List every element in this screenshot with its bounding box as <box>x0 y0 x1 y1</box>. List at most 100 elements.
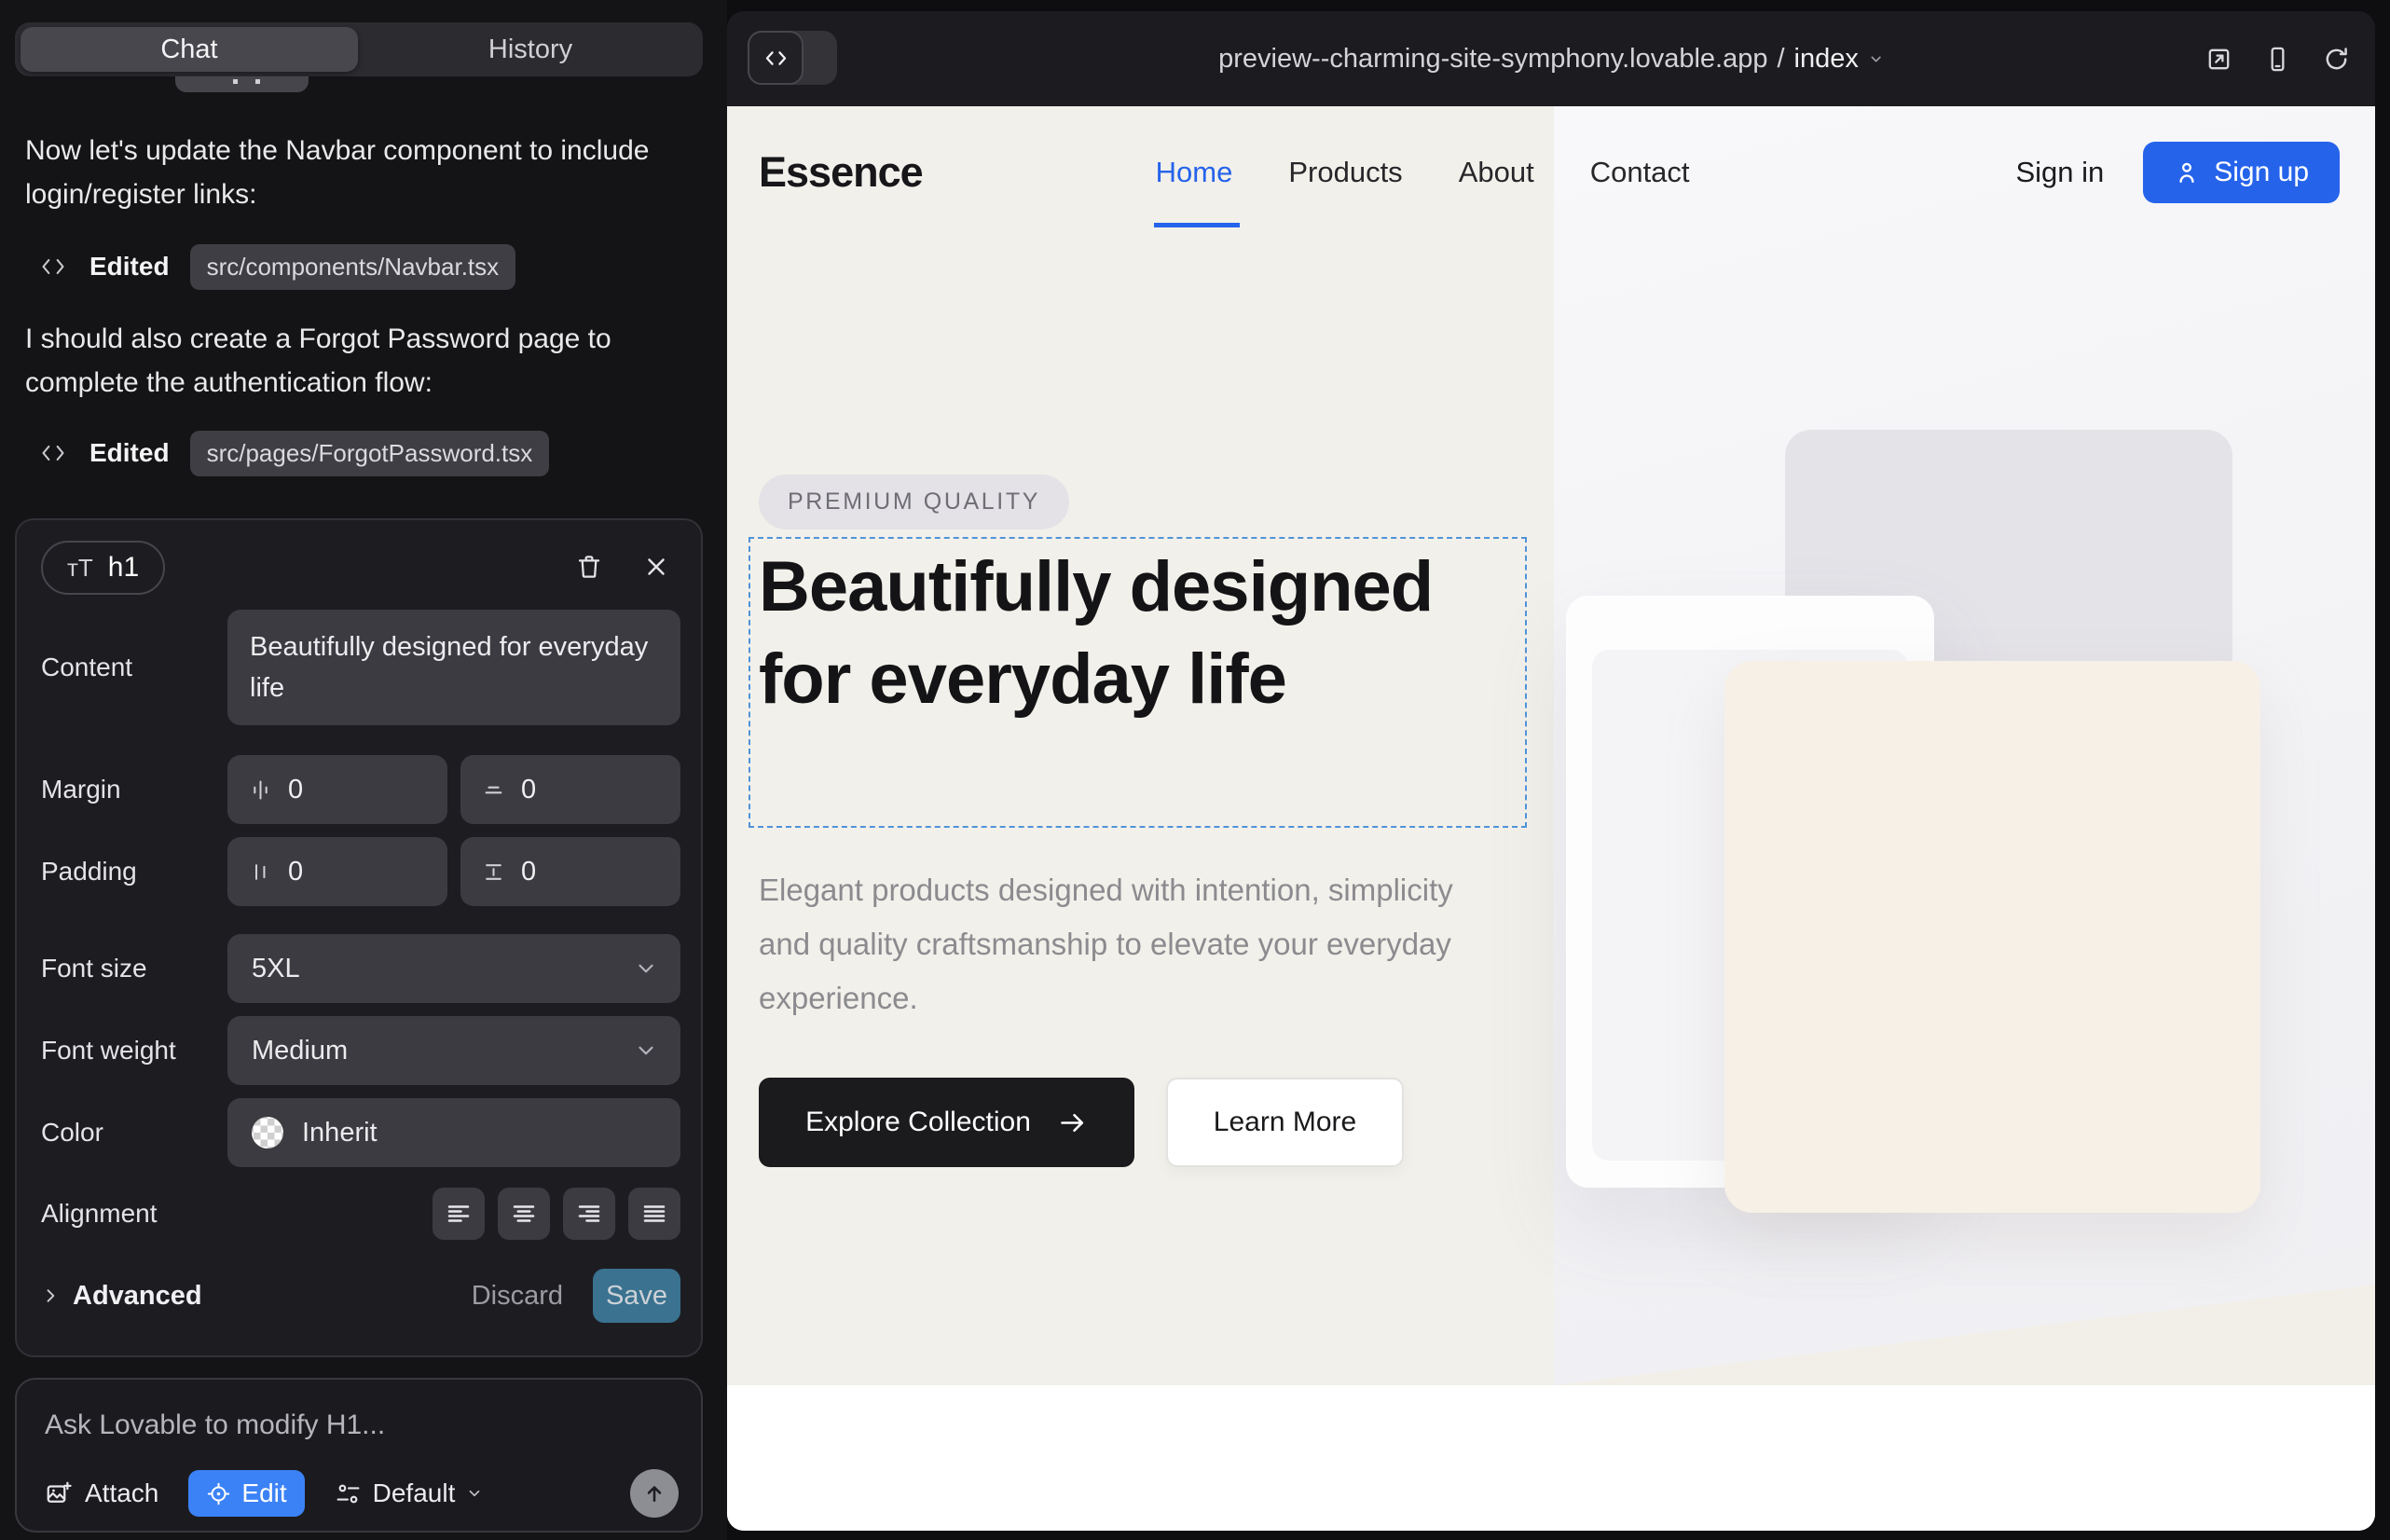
align-justify-icon <box>640 1200 668 1228</box>
alignment-label: Alignment <box>41 1199 227 1229</box>
send-button[interactable] <box>630 1469 679 1518</box>
page-name: index <box>1794 44 1859 75</box>
edited-file-chip[interactable]: src/pages/ForgotPassword.tsx <box>190 431 550 476</box>
nav-link-products[interactable]: Products <box>1288 156 1402 189</box>
url-separator: / <box>1777 44 1784 75</box>
active-nav-underline <box>1154 223 1240 227</box>
advanced-toggle[interactable]: Advanced <box>41 1281 202 1312</box>
chat-history-tabbar: Chat History <box>15 22 703 76</box>
content-row: Content Beautifully designed for everyda… <box>41 610 680 725</box>
sign-in-link[interactable]: Sign in <box>2015 156 2104 189</box>
font-size-select[interactable]: 5XL <box>227 934 680 1003</box>
align-left-button[interactable] <box>433 1188 485 1240</box>
tab-history-label: History <box>488 34 572 65</box>
explore-collection-button[interactable]: Explore Collection <box>759 1078 1134 1167</box>
arrow-right-icon <box>1057 1107 1088 1138</box>
mobile-icon <box>2263 45 2292 74</box>
align-right-button[interactable] <box>563 1188 615 1240</box>
edited-label: Edited <box>89 438 170 468</box>
font-size-row: Font size 5XL <box>41 934 680 1003</box>
site-viewport: Essence Home Products About Contact Sign… <box>727 106 2375 1531</box>
nav-link-label: Home <box>1156 156 1233 188</box>
mode-label: Default <box>373 1478 456 1508</box>
edited-file-row: Edited src/pages/ForgotPassword.tsx <box>37 429 549 477</box>
edited-label: Edited <box>89 252 170 282</box>
nav-link-about[interactable]: About <box>1459 156 1534 189</box>
close-editor-button[interactable] <box>636 546 677 587</box>
site-logo[interactable]: Essence <box>759 148 923 197</box>
tab-history[interactable]: History <box>358 22 703 76</box>
color-select[interactable]: Inherit <box>227 1098 680 1167</box>
align-right-icon <box>575 1200 603 1228</box>
hero-description: Elegant products designed with intention… <box>759 863 1504 1025</box>
preview-browser: preview--charming-site-symphony.lovable.… <box>727 11 2375 1531</box>
code-icon <box>37 254 69 280</box>
open-external-button[interactable] <box>2205 45 2233 74</box>
trash-icon <box>574 552 604 582</box>
attach-button[interactable]: Attach <box>45 1478 158 1508</box>
element-editor-panel: тT h1 Content Beautifully designed for e… <box>15 518 703 1357</box>
content-input[interactable]: Beautifully designed for everyday life <box>227 610 680 725</box>
hero-heading[interactable]: Beautifully designed for everyday life <box>759 541 1518 725</box>
code-toggle-segment[interactable] <box>748 31 804 85</box>
code-preview-toggle[interactable] <box>748 31 837 85</box>
content-label: Content <box>41 653 227 682</box>
save-button[interactable]: Save <box>593 1269 680 1323</box>
element-tag-label: h1 <box>108 552 139 584</box>
align-left-icon <box>445 1200 473 1228</box>
learn-more-button[interactable]: Learn More <box>1166 1078 1404 1167</box>
selected-element-pill[interactable]: тT h1 <box>41 541 165 595</box>
margin-y-input[interactable]: 0 <box>460 755 680 824</box>
nav-link-label: Products <box>1288 156 1402 188</box>
edit-mode-label: Edit <box>241 1478 286 1508</box>
close-icon <box>642 553 670 581</box>
padding-y-input[interactable]: 0 <box>460 837 680 906</box>
font-weight-select[interactable]: Medium <box>227 1016 680 1085</box>
advanced-row: Advanced Discard Save <box>41 1266 680 1326</box>
typography-icon: тT <box>67 554 93 583</box>
edited-file-chip[interactable]: src/components/Navbar.tsx <box>190 244 516 290</box>
discard-button[interactable]: Discard <box>472 1281 563 1312</box>
chip-dot <box>233 79 238 84</box>
font-size-label: Font size <box>41 954 227 983</box>
sign-up-button[interactable]: Sign up <box>2143 142 2340 203</box>
margin-horizontal-icon <box>248 777 273 803</box>
chat-panel: Chat History Now let's update the Navbar… <box>0 0 727 1540</box>
chip-dot <box>255 79 260 84</box>
refresh-button[interactable] <box>2322 45 2351 74</box>
font-weight-value: Medium <box>252 1036 348 1066</box>
margin-row: Margin 0 0 <box>41 755 680 824</box>
image-plus-icon <box>45 1479 73 1507</box>
refresh-icon <box>2322 45 2351 74</box>
chevron-down-icon <box>634 956 658 981</box>
mobile-view-button[interactable] <box>2263 45 2292 74</box>
assistant-message: Now let's update the Navbar component to… <box>25 129 689 216</box>
url-bar[interactable]: preview--charming-site-symphony.lovable.… <box>1218 11 1884 106</box>
preview-url: preview--charming-site-symphony.lovable.… <box>1218 44 1767 75</box>
delete-element-button[interactable] <box>569 546 610 587</box>
code-icon <box>37 440 69 466</box>
padding-x-input[interactable]: 0 <box>227 837 447 906</box>
assistant-message: I should also create a Forgot Password p… <box>25 317 689 405</box>
edit-mode-button[interactable]: Edit <box>188 1470 304 1517</box>
color-value: Inherit <box>302 1118 378 1148</box>
padding-x-value: 0 <box>288 857 303 887</box>
alignment-row: Alignment <box>41 1178 680 1249</box>
nav-link-contact[interactable]: Contact <box>1590 156 1690 189</box>
target-icon <box>206 1481 231 1506</box>
sliders-icon <box>335 1480 362 1507</box>
prompt-box: Ask Lovable to modify H1... Attach Edit … <box>15 1378 703 1533</box>
font-size-value: 5XL <box>252 954 300 984</box>
prompt-input[interactable]: Ask Lovable to modify H1... <box>45 1409 385 1441</box>
align-center-button[interactable] <box>498 1188 550 1240</box>
chevron-down-icon <box>1868 51 1884 67</box>
margin-x-input[interactable]: 0 <box>227 755 447 824</box>
margin-label: Margin <box>41 775 227 804</box>
nav-link-home[interactable]: Home <box>1156 156 1233 189</box>
align-justify-button[interactable] <box>628 1188 680 1240</box>
chevron-down-icon <box>634 1038 658 1063</box>
mode-selector[interactable]: Default <box>335 1478 484 1508</box>
nav-links: Home Products About Contact <box>1156 156 1690 189</box>
tab-chat[interactable]: Chat <box>21 27 358 72</box>
selected-element-outline[interactable]: Beautifully designed for everyday life <box>749 537 1527 828</box>
